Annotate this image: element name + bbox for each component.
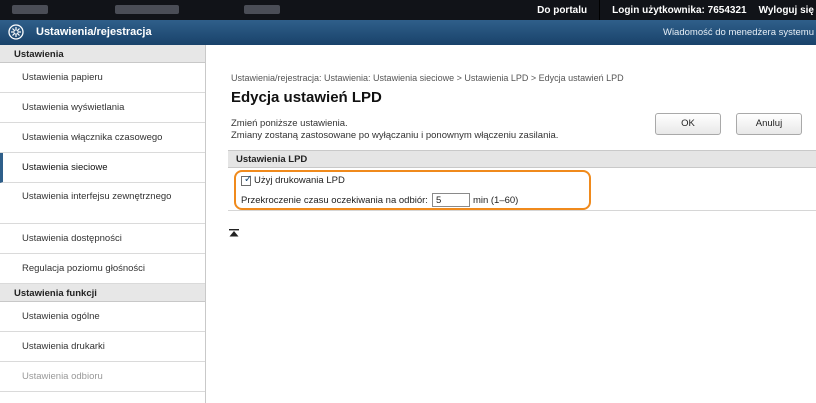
- sidebar: Ustawienia Ustawienia papieru Ustawienia…: [0, 45, 206, 403]
- brand-logo-tertiary: [244, 5, 280, 14]
- gear-icon: [8, 24, 24, 40]
- app-header: Ustawienia/rejestracja Wiadomość do mene…: [0, 20, 816, 45]
- timeout-input[interactable]: [431, 193, 470, 207]
- sidebar-item-receive[interactable]: Ustawienia odbioru: [0, 362, 205, 392]
- breadcrumb: Ustawienia/rejestracja: Ustawienia: Usta…: [231, 73, 624, 83]
- cancel-button[interactable]: Anuluj: [736, 113, 802, 135]
- brand-logo: [12, 5, 48, 14]
- checkmark-icon: ✓: [244, 173, 253, 185]
- message-to-admin-link[interactable]: Wiadomość do menedżera systemu: [663, 27, 814, 38]
- sidebar-item-timer[interactable]: Ustawienia włącznika czasowego: [0, 123, 205, 153]
- sidebar-item-paper[interactable]: Ustawienia papieru: [0, 63, 205, 93]
- sidebar-item-display[interactable]: Ustawienia wyświetlania: [0, 93, 205, 123]
- brand-logo-secondary: [115, 5, 179, 14]
- use-lpd-checkbox[interactable]: ✓: [241, 173, 253, 186]
- page-title: Edycja ustawień LPD: [231, 89, 382, 106]
- sidebar-item-volume[interactable]: Regulacja poziomu głośności: [0, 254, 205, 284]
- sidebar-item-accessibility[interactable]: Ustawienia dostępności: [0, 224, 205, 254]
- description-line-1: Zmień poniższe ustawienia.: [231, 118, 348, 129]
- timeout-unit: min (1–60): [472, 194, 519, 206]
- use-lpd-label: Użyj drukowania LPD: [254, 175, 345, 186]
- use-lpd-row: ✓ Użyj drukowania LPD: [241, 173, 345, 186]
- sidebar-item-printer[interactable]: Ustawienia drukarki: [0, 332, 205, 362]
- sidebar-item-external-interface[interactable]: Ustawienia interfejsu zewnętrznego: [0, 183, 205, 224]
- top-bar: Do portalu Login użytkownika: 7654321 Wy…: [0, 0, 816, 20]
- section-title-lpd: Ustawienia LPD: [228, 150, 816, 168]
- timeout-label: Przekroczenie czasu oczekiwania na odbió…: [241, 194, 428, 206]
- ok-button[interactable]: OK: [655, 113, 721, 135]
- login-info: Login użytkownika: 7654321: [612, 5, 747, 16]
- sidebar-section-settings: Ustawienia: [0, 45, 205, 63]
- portal-link[interactable]: Do portalu: [537, 5, 587, 16]
- main-content: Ustawienia/rejestracja: Ustawienia: Usta…: [207, 45, 816, 403]
- login-label: Login użytkownika:: [612, 4, 705, 16]
- timeout-row: Przekroczenie czasu oczekiwania na odbió…: [241, 193, 518, 207]
- sidebar-section-function-settings: Ustawienia funkcji: [0, 284, 205, 302]
- login-value: 7654321: [707, 4, 747, 16]
- app-title: Ustawienia/rejestracja: [36, 26, 152, 38]
- scroll-to-top-icon[interactable]: [229, 229, 239, 237]
- top-links: Do portalu Login użytkownika: 7654321 Wy…: [537, 0, 816, 20]
- description-line-2: Zmiany zostaną zastosowane po wyłączaniu…: [231, 130, 559, 141]
- separator: [599, 0, 601, 20]
- logout-link[interactable]: Wyloguj się: [759, 5, 814, 16]
- sidebar-item-network[interactable]: Ustawienia sieciowe: [0, 153, 205, 183]
- sidebar-item-general[interactable]: Ustawienia ogólne: [0, 302, 205, 332]
